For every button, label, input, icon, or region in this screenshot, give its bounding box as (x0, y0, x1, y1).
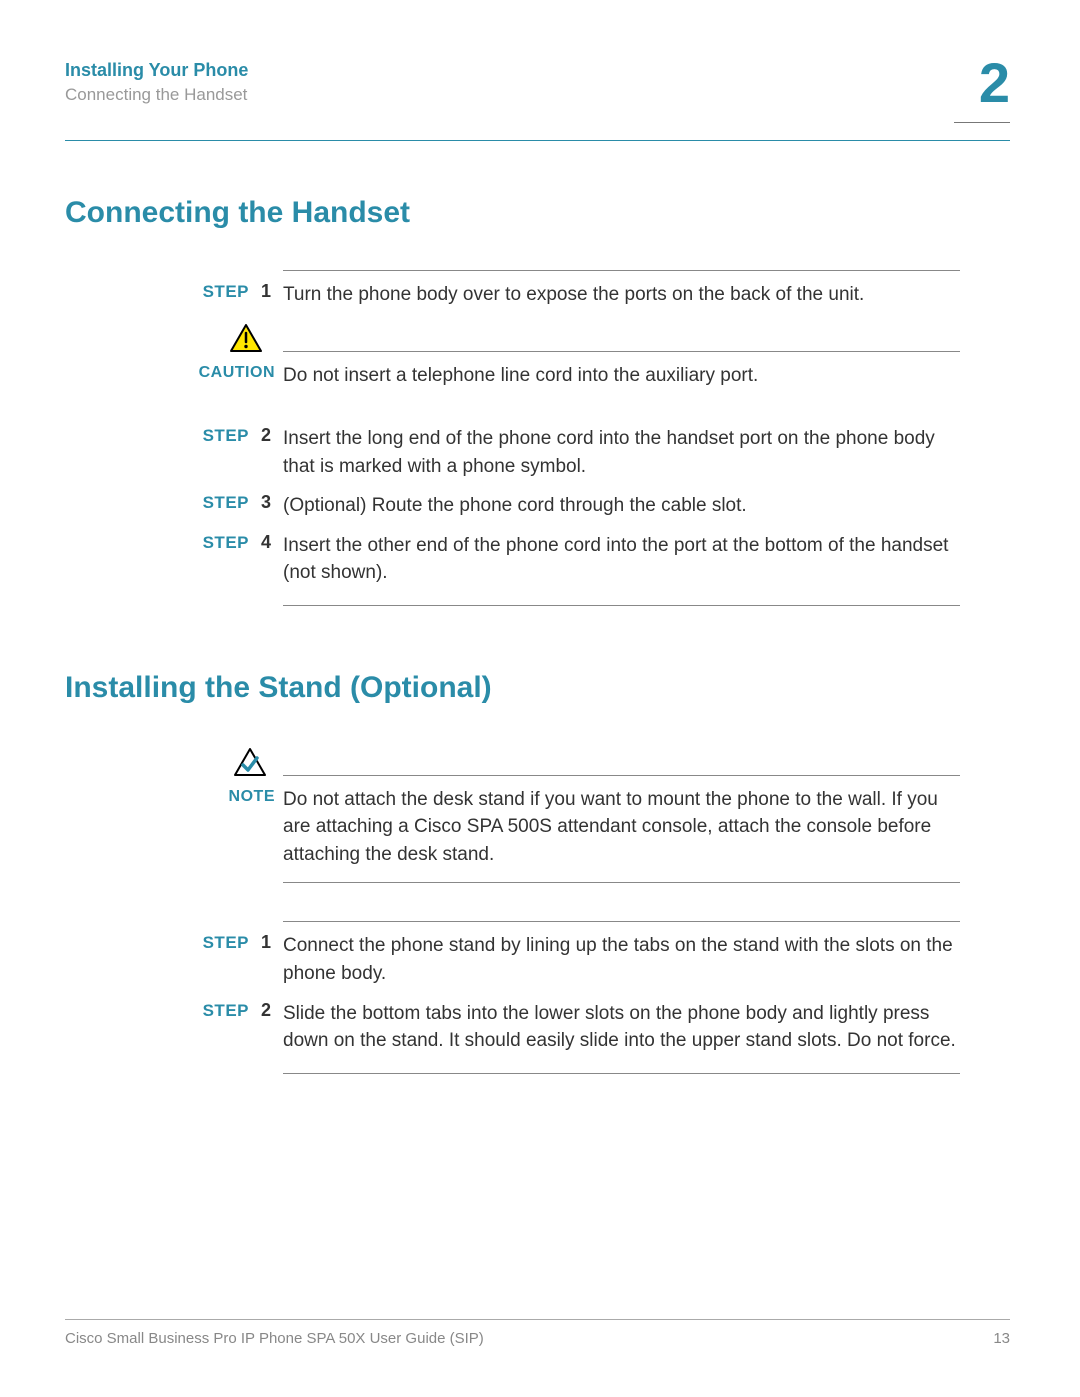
rule (283, 351, 960, 352)
step-number: 1 (249, 281, 275, 302)
step-row: STEP 3 (Optional) Route the phone cord t… (185, 492, 960, 520)
step-label: STEP (203, 493, 249, 513)
note-text: Do not attach the desk stand if you want… (275, 786, 960, 869)
step-number: 4 (249, 532, 275, 553)
note-icon (233, 747, 267, 777)
chapter-number: 2 (979, 50, 1010, 115)
step-number: 1 (249, 932, 275, 953)
page-footer: Cisco Small Business Pro IP Phone SPA 50… (65, 1319, 1010, 1347)
step-label: STEP (203, 933, 249, 953)
step-number: 2 (249, 425, 275, 446)
step-text: Turn the phone body over to expose the p… (275, 281, 960, 309)
step-row: STEP 1 Turn the phone body over to expos… (185, 281, 960, 309)
step-number: 2 (249, 1000, 275, 1021)
rule (283, 775, 960, 776)
note-row: NOTE Do not attach the desk stand if you… (185, 786, 960, 869)
step-label: STEP (203, 282, 249, 302)
step-label: STEP (203, 1001, 249, 1021)
caution-label: CAUTION (199, 364, 275, 382)
rule (283, 270, 960, 271)
note-label: NOTE (229, 788, 275, 806)
section2-content: NOTE Do not attach the desk stand if you… (185, 745, 960, 1074)
caution-icon-wrap (185, 321, 275, 353)
caution-text: Do not insert a telephone line cord into… (275, 362, 960, 390)
step-number: 3 (249, 492, 275, 513)
step-text: (Optional) Route the phone cord through … (275, 492, 960, 520)
section-title-installing-stand: Installing the Stand (Optional) (65, 671, 1010, 705)
footer-rule (65, 1319, 1010, 1320)
step-text: Slide the bottom tabs into the lower slo… (275, 1000, 960, 1055)
page-header: Installing Your Phone Connecting the Han… (65, 60, 1010, 140)
step-row: STEP 2 Insert the long end of the phone … (185, 425, 960, 480)
step-label: STEP (203, 533, 249, 553)
step-label: STEP (203, 426, 249, 446)
step-text: Insert the long end of the phone cord in… (275, 425, 960, 480)
header-chapter-title: Installing Your Phone (65, 60, 1010, 81)
step-row: STEP 1 Connect the phone stand by lining… (185, 932, 960, 987)
step-text: Connect the phone stand by lining up the… (275, 932, 960, 987)
header-rule (65, 140, 1010, 141)
section-title-connecting-handset: Connecting the Handset (65, 196, 1010, 230)
header-section-title: Connecting the Handset (65, 85, 1010, 105)
rule (283, 1073, 960, 1074)
section1-content: STEP 1 Turn the phone body over to expos… (185, 270, 960, 606)
caution-row: CAUTION Do not insert a telephone line c… (185, 362, 960, 390)
note-icon-wrap (185, 745, 275, 777)
caution-icon (229, 323, 263, 353)
step-row: STEP 2 Slide the bottom tabs into the lo… (185, 1000, 960, 1055)
step-row: STEP 4 Insert the other end of the phone… (185, 532, 960, 587)
rule (283, 921, 960, 922)
chapter-underline (954, 122, 1010, 123)
rule (283, 605, 960, 606)
step-text: Insert the other end of the phone cord i… (275, 532, 960, 587)
footer-guide-name: Cisco Small Business Pro IP Phone SPA 50… (65, 1330, 484, 1347)
rule (283, 882, 960, 883)
footer-page-number: 13 (993, 1330, 1010, 1347)
